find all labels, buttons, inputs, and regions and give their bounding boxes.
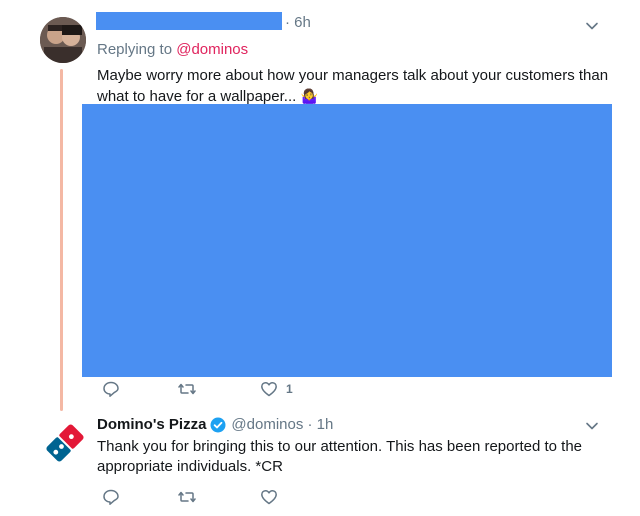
retweet-icon (178, 491, 196, 503)
redacted-username (96, 12, 282, 30)
reply-button[interactable] (102, 488, 120, 506)
like-button[interactable] (260, 488, 278, 506)
display-name[interactable]: Domino's Pizza (97, 416, 206, 433)
chevron-down-icon[interactable] (584, 418, 600, 439)
tweet-timestamp[interactable]: · 6h (285, 14, 311, 31)
shrug-emoji: 🤷‍♀️ (300, 88, 318, 104)
chevron-down-icon[interactable] (584, 18, 600, 39)
handle-and-time[interactable]: @dominos · 1h (231, 416, 333, 433)
heart-icon (261, 489, 277, 505)
replying-to: Replying to @dominos (97, 41, 248, 58)
avatar-photo (40, 17, 86, 63)
tweet-text-line: what to have for a wallpaper... (97, 88, 297, 105)
reply-icon (103, 381, 119, 397)
retweet-button[interactable] (178, 488, 196, 506)
tweet-text: Maybe worry more about how your managers… (97, 66, 617, 107)
reply-button[interactable] (102, 380, 120, 398)
avatar[interactable] (40, 17, 86, 63)
replying-to-label: Replying to (97, 41, 173, 58)
like-button[interactable]: 1 (260, 380, 293, 398)
verified-badge-icon (210, 417, 226, 433)
tweet-text: Thank you for bringing this to our atten… (97, 437, 622, 477)
heart-icon (261, 381, 277, 397)
tweet-text-line: appropriate individuals. *CR (97, 458, 283, 475)
thread-connector (60, 69, 63, 411)
dominos-logo-icon (46, 424, 84, 462)
replying-to-handle[interactable]: @dominos (176, 41, 248, 58)
like-count: 1 (286, 382, 293, 396)
tweet-text-line: Maybe worry more about how your managers… (97, 67, 609, 84)
retweet-button[interactable] (178, 380, 196, 398)
reply-icon (103, 489, 119, 505)
redacted-media[interactable] (82, 104, 612, 377)
tweet2-header: Domino's Pizza @dominos · 1h (97, 416, 333, 433)
retweet-icon (178, 383, 196, 395)
tweet-text-line: Thank you for bringing this to our atten… (97, 438, 583, 455)
dominos-avatar[interactable] (40, 418, 90, 468)
